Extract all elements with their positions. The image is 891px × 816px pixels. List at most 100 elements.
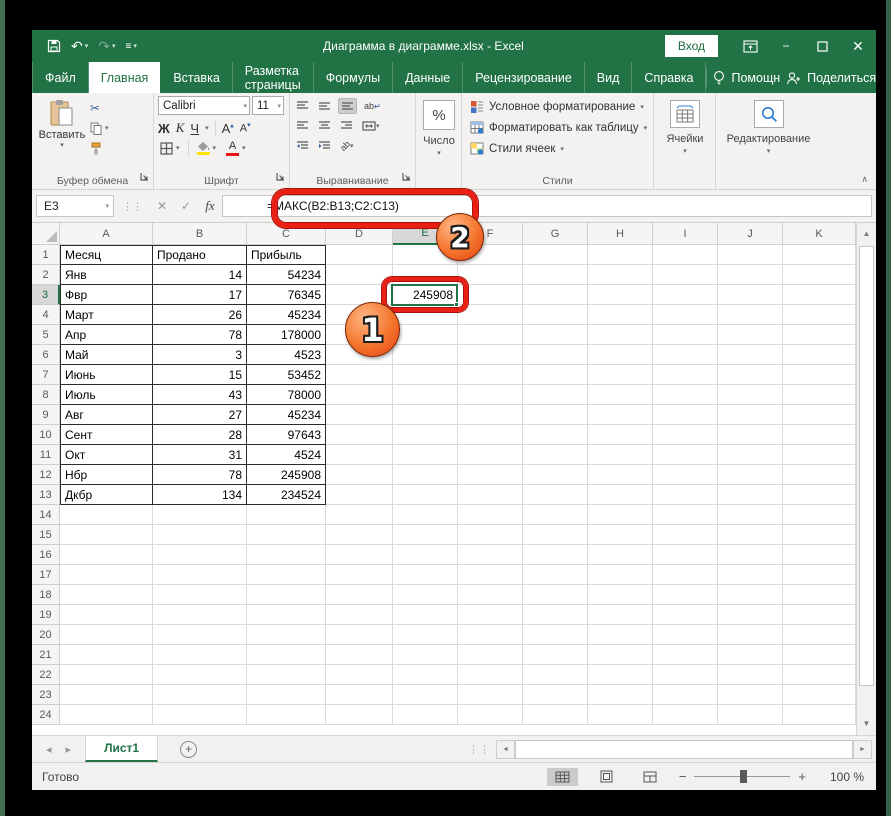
- cell-d24[interactable]: [326, 705, 393, 725]
- percent-style-button[interactable]: %: [423, 100, 455, 130]
- cell-f17[interactable]: [458, 565, 523, 585]
- cell-c22[interactable]: [247, 665, 326, 685]
- cell-a20[interactable]: [60, 625, 153, 645]
- cell-c3[interactable]: 76345: [247, 285, 326, 305]
- cell-b8[interactable]: 43: [153, 385, 247, 405]
- row-header-18[interactable]: 18: [32, 585, 60, 605]
- column-header-b[interactable]: B: [153, 223, 247, 245]
- cell-b2[interactable]: 14: [153, 265, 247, 285]
- ribbon-tab-6[interactable]: Рецензирование: [463, 62, 585, 93]
- cell-styles-button[interactable]: Стили ячеек▾: [470, 138, 650, 159]
- cell-g4[interactable]: [523, 305, 588, 325]
- close-button[interactable]: ✕: [840, 30, 876, 62]
- increase-indent-button[interactable]: [316, 139, 333, 153]
- cell-b23[interactable]: [153, 685, 247, 705]
- cell-j18[interactable]: [718, 585, 783, 605]
- cell-d22[interactable]: [326, 665, 393, 685]
- fill-color-button[interactable]: ▾: [195, 138, 219, 158]
- ribbon-tab-3[interactable]: Разметка страницы: [233, 62, 314, 93]
- cell-i20[interactable]: [653, 625, 718, 645]
- ribbon-tab-4[interactable]: Формулы: [314, 62, 393, 93]
- helper-button[interactable]: Помощн: [713, 70, 780, 85]
- font-size-combo[interactable]: 11▾: [252, 96, 284, 115]
- alignment-dialog-launcher-icon[interactable]: [402, 168, 411, 186]
- cell-a13[interactable]: Дкбр: [60, 485, 153, 505]
- cell-b24[interactable]: [153, 705, 247, 725]
- cell-g14[interactable]: [523, 505, 588, 525]
- cell-c16[interactable]: [247, 545, 326, 565]
- cell-g8[interactable]: [523, 385, 588, 405]
- row-header-14[interactable]: 14: [32, 505, 60, 525]
- cell-j15[interactable]: [718, 525, 783, 545]
- row-header-22[interactable]: 22: [32, 665, 60, 685]
- column-header-i[interactable]: I: [653, 223, 718, 245]
- cell-d7[interactable]: [326, 365, 393, 385]
- sheet-tab-list1[interactable]: Лист1: [85, 736, 158, 762]
- cell-f21[interactable]: [458, 645, 523, 665]
- cell-i15[interactable]: [653, 525, 718, 545]
- cell-h17[interactable]: [588, 565, 653, 585]
- cell-k24[interactable]: [783, 705, 856, 725]
- ribbon-tab-0[interactable]: Файл: [32, 62, 89, 93]
- cell-c21[interactable]: [247, 645, 326, 665]
- cut-button[interactable]: ✂▾: [88, 100, 111, 116]
- column-header-k[interactable]: K: [783, 223, 856, 245]
- cell-h21[interactable]: [588, 645, 653, 665]
- ribbon-tab-7[interactable]: Вид: [585, 62, 633, 93]
- align-center-button[interactable]: [316, 119, 333, 133]
- cell-b6[interactable]: 3: [153, 345, 247, 365]
- cell-f6[interactable]: [458, 345, 523, 365]
- cell-k2[interactable]: [783, 265, 856, 285]
- formula-bar-splitter[interactable]: ⋮⋮: [114, 200, 150, 213]
- cell-h1[interactable]: [588, 245, 653, 265]
- cell-d12[interactable]: [326, 465, 393, 485]
- cell-k14[interactable]: [783, 505, 856, 525]
- cell-i5[interactable]: [653, 325, 718, 345]
- cell-c9[interactable]: 45234: [247, 405, 326, 425]
- cell-j24[interactable]: [718, 705, 783, 725]
- cell-e17[interactable]: [393, 565, 458, 585]
- zoom-out-icon[interactable]: −: [679, 769, 687, 784]
- cell-g5[interactable]: [523, 325, 588, 345]
- copy-button[interactable]: ▾: [88, 120, 111, 136]
- cell-d15[interactable]: [326, 525, 393, 545]
- cell-h2[interactable]: [588, 265, 653, 285]
- cell-e21[interactable]: [393, 645, 458, 665]
- number-group-dropdown-icon[interactable]: ▾: [437, 149, 441, 157]
- cell-k18[interactable]: [783, 585, 856, 605]
- customize-qat-button[interactable]: ≡▾: [123, 41, 140, 52]
- column-header-h[interactable]: H: [588, 223, 653, 245]
- cell-j16[interactable]: [718, 545, 783, 565]
- cell-a23[interactable]: [60, 685, 153, 705]
- cell-i9[interactable]: [653, 405, 718, 425]
- row-header-19[interactable]: 19: [32, 605, 60, 625]
- cell-e19[interactable]: [393, 605, 458, 625]
- cell-k11[interactable]: [783, 445, 856, 465]
- row-header-9[interactable]: 9: [32, 405, 60, 425]
- cell-j12[interactable]: [718, 465, 783, 485]
- cell-k7[interactable]: [783, 365, 856, 385]
- cell-j9[interactable]: [718, 405, 783, 425]
- cell-h11[interactable]: [588, 445, 653, 465]
- cell-e16[interactable]: [393, 545, 458, 565]
- font-dialog-launcher-icon[interactable]: [276, 168, 285, 186]
- cell-k13[interactable]: [783, 485, 856, 505]
- cell-g20[interactable]: [523, 625, 588, 645]
- cell-j19[interactable]: [718, 605, 783, 625]
- cell-d17[interactable]: [326, 565, 393, 585]
- cells-group-dropdown-icon[interactable]: ▾: [683, 147, 687, 155]
- wrap-text-button[interactable]: ab↵: [362, 99, 383, 113]
- cell-c13[interactable]: 234524: [247, 485, 326, 505]
- cell-e23[interactable]: [393, 685, 458, 705]
- orientation-button[interactable]: ab▾: [338, 139, 356, 153]
- cell-h15[interactable]: [588, 525, 653, 545]
- cell-f9[interactable]: [458, 405, 523, 425]
- cell-h9[interactable]: [588, 405, 653, 425]
- row-header-13[interactable]: 13: [32, 485, 60, 505]
- collapse-ribbon-icon[interactable]: ∧: [861, 174, 868, 185]
- cell-f5[interactable]: [458, 325, 523, 345]
- cell-d20[interactable]: [326, 625, 393, 645]
- italic-button[interactable]: К: [176, 120, 185, 136]
- cell-h13[interactable]: [588, 485, 653, 505]
- cell-g17[interactable]: [523, 565, 588, 585]
